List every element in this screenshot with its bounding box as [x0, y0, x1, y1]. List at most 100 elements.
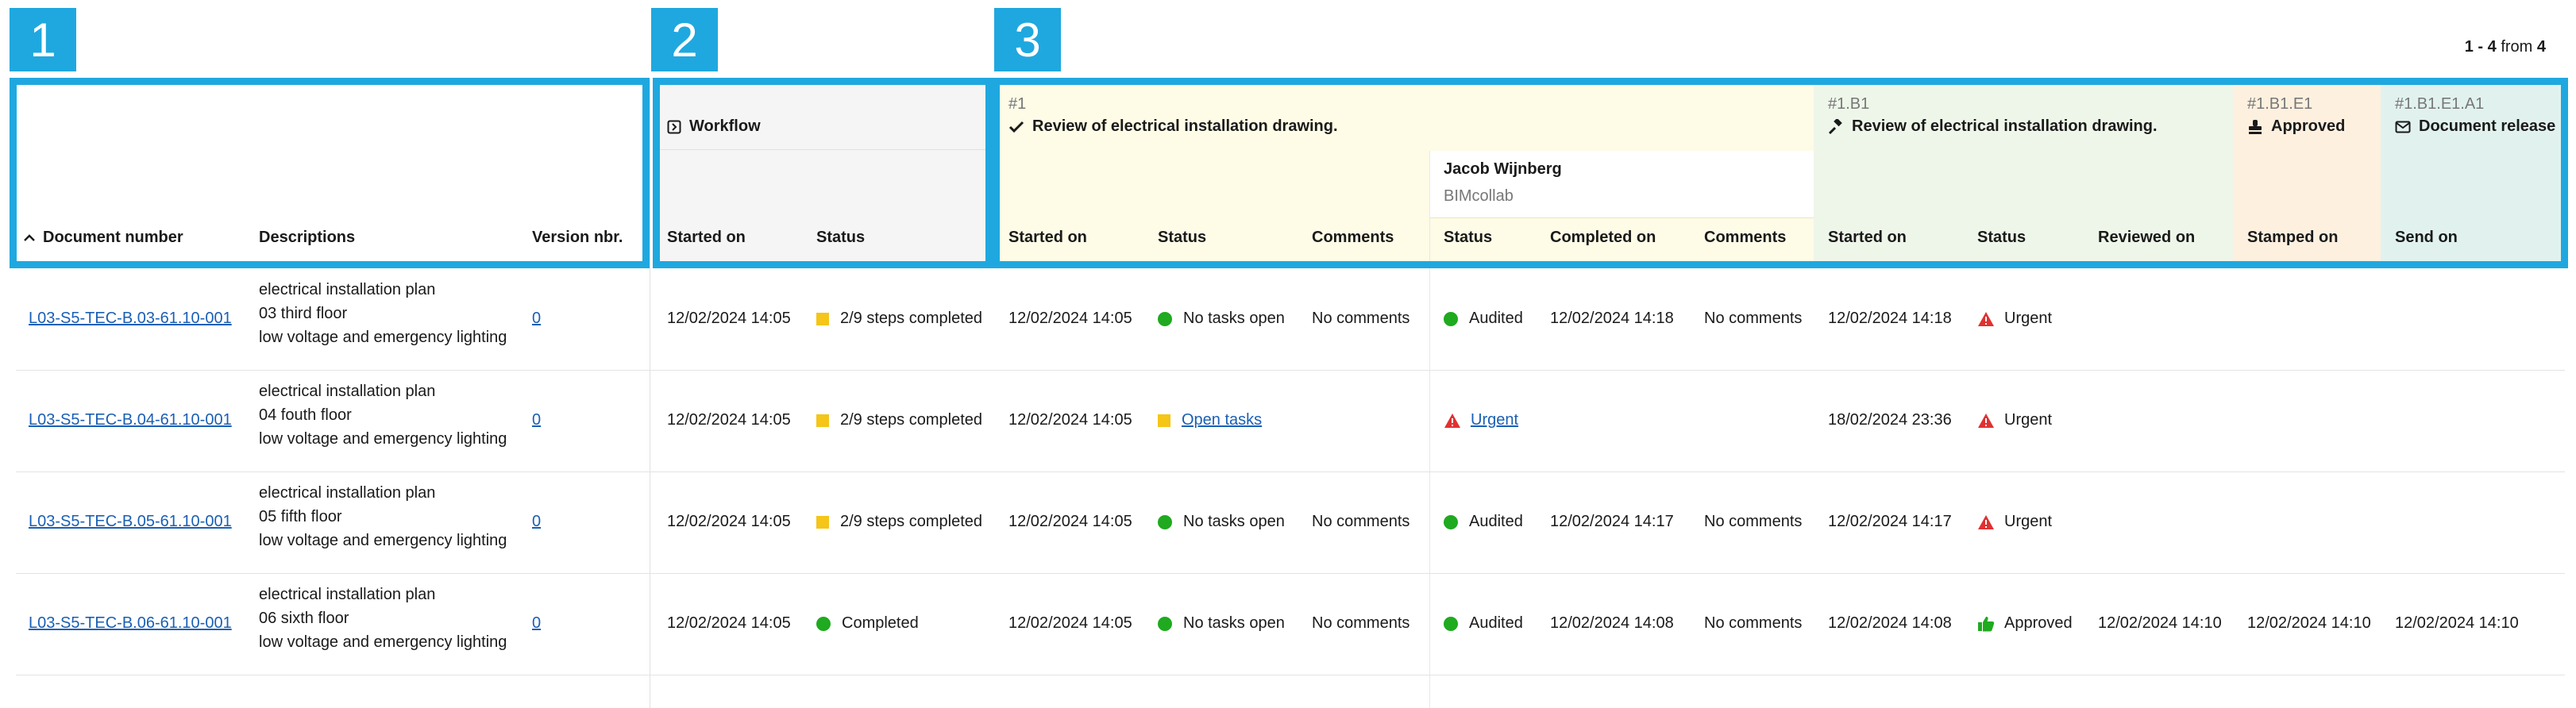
workflow-header-label: Workflow — [689, 117, 761, 135]
b1-status: Approved — [1977, 614, 2073, 633]
column-header-wf-started[interactable]: Started on — [667, 229, 746, 247]
document-number-link[interactable]: L03-S5-TEC-B.05-61.10-001 — [29, 513, 232, 531]
step1-status-text: No tasks open — [1183, 513, 1285, 530]
version-link-text[interactable]: 0 — [532, 614, 541, 633]
stepE1-code: #1.B1.E1 — [2247, 95, 2313, 113]
column-header-step1-started[interactable]: Started on — [1008, 229, 1087, 247]
column-header-rev-completed[interactable]: Completed on — [1550, 229, 1656, 247]
step1-code: #1 — [1008, 95, 1027, 113]
open-tasks-link[interactable]: Open tasks — [1182, 411, 1262, 429]
row-divider — [16, 573, 2565, 574]
status-green-dot-icon — [1158, 311, 1172, 326]
b1-started-on-text: 12/02/2024 14:17 — [1828, 513, 1952, 530]
b1-status-text: Urgent — [2004, 513, 2053, 530]
step1-started-on: 12/02/2024 14:05 — [1008, 310, 1132, 328]
section-badge-1: 1 — [10, 8, 76, 71]
reviewer-comments-text: No comments — [1704, 614, 1803, 632]
stepE1-title[interactable]: Approved — [2247, 117, 2345, 136]
version-link[interactable]: 0 — [532, 310, 541, 328]
column-header-step1-status[interactable]: Status — [1158, 229, 1206, 247]
description-line-2: 06 sixth floor — [259, 610, 349, 627]
description-line-3: low voltage and emergency lighting — [259, 329, 507, 346]
column-header-b1-reviewed[interactable]: Reviewed on — [2098, 229, 2195, 247]
document-number-link-text[interactable]: L03-S5-TEC-B.06-61.10-001 — [29, 614, 232, 633]
row-divider — [16, 370, 2565, 371]
version-link-text[interactable]: 0 — [532, 513, 541, 531]
wf-status: 2/9 steps completed — [816, 513, 982, 531]
document-number-link[interactable]: L03-S5-TEC-B.03-61.10-001 — [29, 310, 232, 328]
b1-started-on-text: 12/02/2024 14:18 — [1828, 310, 1952, 327]
reviewer-completed-on-text: 12/02/2024 14:08 — [1550, 614, 1674, 632]
step1-comments: No comments — [1312, 614, 1409, 633]
document-number-link-text[interactable]: L03-S5-TEC-B.05-61.10-001 — [29, 513, 232, 531]
step1-comments-text: No comments — [1312, 513, 1410, 530]
status-green-dot-icon — [1158, 616, 1172, 631]
version-link[interactable]: 0 — [532, 614, 541, 633]
description-line-3: low voltage and emergency lighting — [259, 633, 507, 651]
pagination-range: 1 - 4 — [2464, 38, 2497, 56]
wf-started-on-text: 12/02/2024 14:05 — [667, 310, 791, 327]
stepA1-title[interactable]: Document release — [2395, 117, 2560, 136]
step1-comments: No comments — [1312, 310, 1409, 328]
reviewer-completed-on: 12/02/2024 14:17 — [1550, 513, 1674, 531]
a1-send-on-text: 12/02/2024 14:10 — [2395, 614, 2519, 632]
step1-status-text: No tasks open — [1183, 310, 1285, 327]
stamp-icon — [2249, 119, 2262, 134]
b1-status-text: Urgent — [2004, 411, 2053, 429]
document-number-link[interactable]: L03-S5-TEC-B.04-61.10-001 — [29, 411, 232, 429]
stepB1-title-label: Review of electrical installation drawin… — [1852, 117, 2158, 135]
pagination-info: 1 - 4 from 4 — [2465, 38, 2546, 56]
column-header-wf-status[interactable]: Status — [816, 229, 865, 247]
description-line-1: electrical installation plan — [259, 281, 436, 298]
reviewer-status-text: Audited — [1469, 614, 1523, 632]
b1-status-text: Urgent — [2004, 310, 2053, 327]
step1-title-label: Review of electrical installation drawin… — [1032, 117, 1338, 135]
thumbs-up-icon — [1978, 616, 1995, 631]
reviewer-status[interactable]: Urgent — [1444, 411, 1518, 429]
reviewer-completed-on-text: 12/02/2024 14:18 — [1550, 310, 1674, 327]
status-green-dot-icon — [816, 616, 831, 631]
column-header-b1-status[interactable]: Status — [1977, 229, 2026, 247]
document-number-link-text[interactable]: L03-S5-TEC-B.04-61.10-001 — [29, 411, 232, 429]
version-link[interactable]: 0 — [532, 411, 541, 429]
description-line-2: 03 third floor — [259, 305, 348, 322]
row-divider — [16, 471, 2565, 472]
a1-send-on: 12/02/2024 14:10 — [2395, 614, 2519, 633]
step1-started-on-text: 12/02/2024 14:05 — [1008, 614, 1132, 632]
description-line-2: 05 fifth floor — [259, 508, 342, 525]
step1-title[interactable]: Review of electrical installation drawin… — [1008, 117, 1338, 136]
status-yellow-square-icon — [816, 414, 829, 427]
column-header-rev-status[interactable]: Status — [1444, 229, 1492, 247]
workflow-header[interactable]: Workflow — [667, 117, 761, 136]
b1-started-on: 18/02/2024 23:36 — [1828, 411, 1952, 429]
envelope-icon — [2395, 121, 2411, 133]
gavel-icon — [1828, 118, 1842, 134]
column-header-document-number[interactable]: Document number — [24, 229, 183, 247]
stepB1-title[interactable]: Review of electrical installation drawin… — [1828, 117, 2158, 136]
step1-status: No tasks open — [1158, 614, 1285, 633]
column-header-document-number-label: Document number — [43, 229, 183, 246]
column-header-descriptions[interactable]: Descriptions — [259, 229, 355, 247]
column-header-b1-started[interactable]: Started on — [1828, 229, 1907, 247]
version-link-text[interactable]: 0 — [532, 411, 541, 429]
warning-icon — [1978, 413, 1994, 428]
column-header-rev-comments[interactable]: Comments — [1704, 229, 1786, 247]
version-link[interactable]: 0 — [532, 513, 541, 531]
document-number-link-text[interactable]: L03-S5-TEC-B.03-61.10-001 — [29, 310, 232, 328]
column-header-a1-send[interactable]: Send on — [2395, 229, 2458, 247]
step1-status[interactable]: Open tasks — [1158, 411, 1262, 429]
document-number-link[interactable]: L03-S5-TEC-B.06-61.10-001 — [29, 614, 232, 633]
column-header-step1-comments[interactable]: Comments — [1312, 229, 1394, 247]
warning-icon — [1978, 514, 1994, 529]
status-green-dot-icon — [1444, 616, 1458, 631]
version-link-text[interactable]: 0 — [532, 310, 541, 328]
description-block: electrical installation plan 06 sixth flo… — [259, 583, 507, 654]
wf-status-text: 2/9 steps completed — [840, 310, 982, 327]
column-header-version[interactable]: Version nbr. — [532, 229, 623, 247]
column-header-e1-stamped[interactable]: Stamped on — [2247, 229, 2338, 247]
b1-reviewed-on: 12/02/2024 14:10 — [2098, 614, 2222, 633]
reviewer-status: Audited — [1444, 513, 1523, 531]
wf-status: 2/9 steps completed — [816, 310, 982, 328]
urgent-link[interactable]: Urgent — [1471, 411, 1518, 429]
warning-icon — [1978, 311, 1994, 326]
